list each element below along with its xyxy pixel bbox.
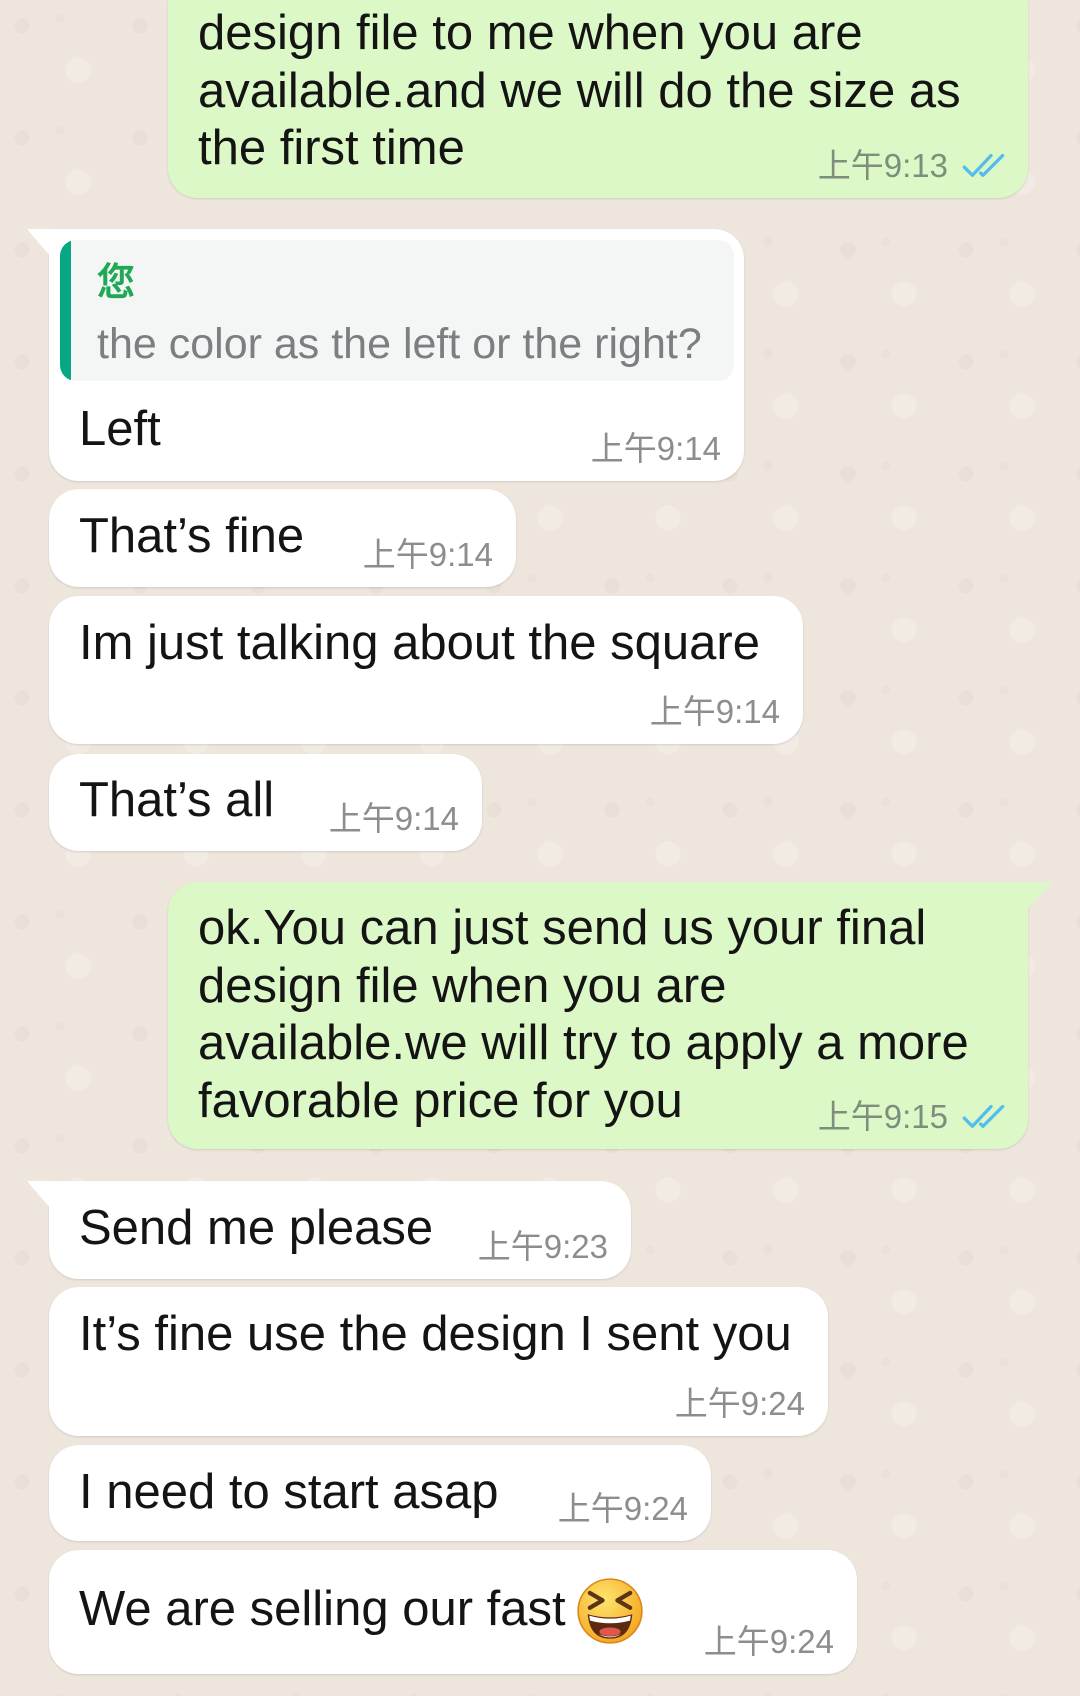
message-meta: 上午9:24 <box>704 1622 834 1662</box>
message-time: 上午9:24 <box>674 1385 805 1422</box>
message-time: 上午9:14 <box>328 800 459 837</box>
message-text-line: available.and we will do the size as <box>198 63 961 118</box>
message-text-line: Im just talking about the square <box>79 616 760 670</box>
message-text: I need to start asap <box>79 1464 499 1522</box>
message-text-line: That’s all <box>79 773 275 827</box>
message-text-line: We are selling our fast <box>79 1582 566 1636</box>
message-bubble-incoming[interactable]: That’s fine 上午9:14 <box>49 489 516 587</box>
message-bubble-incoming[interactable]: I need to start asap 上午9:24 <box>49 1445 711 1541</box>
message-meta: 上午9:24 <box>558 1489 688 1529</box>
quote-accent-bar <box>60 240 71 381</box>
message-time: 上午9:14 <box>362 536 493 573</box>
message-text: Im just talking about the square <box>79 615 760 673</box>
message-bubble-incoming[interactable]: Im just talking about the square 上午9:14 <box>49 596 803 744</box>
message-text: ok.You can just send us your final desig… <box>198 900 969 1130</box>
message-text: It’s fine use the design I sent you <box>79 1306 792 1364</box>
message-time: 上午9:24 <box>557 1490 688 1527</box>
message-meta: 上午9:23 <box>478 1227 608 1267</box>
message-bubble-incoming[interactable]: That’s all 上午9:14 <box>49 754 482 851</box>
message-time: 上午9:24 <box>703 1623 834 1660</box>
message-text-line: design file when you are <box>198 958 727 1013</box>
message-bubble-incoming[interactable]: Send me please 上午9:23 <box>49 1181 631 1279</box>
message-text: Send me please <box>79 1200 433 1258</box>
message-text-line: available.we will try to apply a more <box>198 1016 969 1070</box>
message-meta: 上午9:14 <box>363 535 493 575</box>
message-meta: 上午9:14 <box>650 692 780 732</box>
message-text: That’s all <box>79 772 274 830</box>
message-bubble-incoming[interactable]: 您 the color as the left or the right? Le… <box>49 229 744 481</box>
message-bubble-incoming[interactable]: We are selling our fast 上午9:24 <box>49 1550 857 1674</box>
message-time: 上午9:15 <box>817 1098 948 1135</box>
message-meta: 上午9:15 <box>818 1097 1005 1137</box>
message-time: 上午9:23 <box>477 1228 608 1265</box>
message-text: That’s fine <box>79 508 304 566</box>
message-meta: 上午9:14 <box>329 799 459 839</box>
message-text-line: ok.You can just send us your final <box>198 901 927 955</box>
quote-author: 您 <box>97 262 136 304</box>
quote-text: the color as the left or the right? <box>97 320 702 368</box>
message-text: We are selling our fast <box>79 1581 566 1639</box>
message-time: 上午9:14 <box>590 430 721 467</box>
quoted-message[interactable]: 您 the color as the left or the right? <box>60 240 734 381</box>
grinning-squinting-face-icon <box>577 1578 643 1644</box>
message-text-line: I need to start asap <box>79 1465 499 1519</box>
message-meta: 上午9:24 <box>675 1384 805 1424</box>
message-text-line: design file to me when you are <box>198 6 863 60</box>
message-text: Left <box>79 401 161 459</box>
message-text-line: Left <box>79 402 161 456</box>
message-text-line: It’s fine use the design I sent you <box>79 1307 792 1361</box>
message-meta: 上午9:13 <box>818 146 1005 186</box>
message-bubble-incoming[interactable]: It’s fine use the design I sent you 上午9:… <box>49 1287 828 1436</box>
message-text-line: Send me please <box>79 1201 434 1255</box>
message-meta: 上午9:14 <box>591 429 721 469</box>
double-check-read-icon <box>962 1104 1005 1128</box>
message-time: 上午9:13 <box>817 147 948 184</box>
message-time: 上午9:14 <box>649 693 780 730</box>
message-bubble-outgoing[interactable]: ok.You can just send us your final desig… <box>168 882 1028 1149</box>
message-bubble-outgoing[interactable]: design file to me when you are available… <box>168 0 1028 198</box>
double-check-read-icon <box>962 153 1005 177</box>
message-text-line: That’s fine <box>79 509 305 563</box>
